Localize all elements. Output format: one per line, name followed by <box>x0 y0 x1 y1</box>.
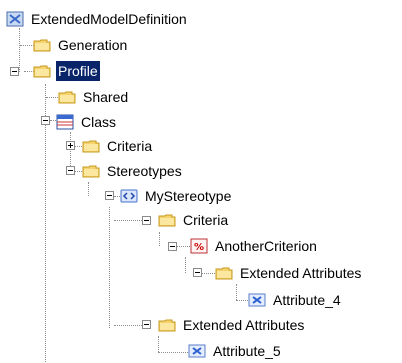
tree-connector <box>45 125 46 362</box>
folder-icon <box>82 163 100 179</box>
tree-node-attribute-5[interactable]: Attribute_5 <box>188 339 283 363</box>
anothercriterion-collapse-toggle[interactable] <box>168 242 177 251</box>
tree-connector <box>114 325 142 326</box>
tree-node-label: Attribute_4 <box>273 292 341 308</box>
tree-node-ext-attrs-2[interactable]: Extended Attributes <box>158 313 306 337</box>
folder-icon <box>158 317 176 333</box>
tree-connector <box>20 45 34 46</box>
inner-criteria-collapse-toggle[interactable] <box>142 216 151 225</box>
ext-attrs-1-collapse-toggle[interactable] <box>193 268 202 277</box>
tree-node-generation[interactable]: Generation <box>33 33 129 57</box>
tree-connector <box>19 28 20 72</box>
tree-node-label: Generation <box>58 37 128 53</box>
profile-collapse-toggle[interactable] <box>10 67 19 76</box>
folder-icon <box>58 89 76 105</box>
tree-connector <box>202 273 215 274</box>
tree-node-profile[interactable]: Profile <box>33 59 100 83</box>
tree-node-stereotypes[interactable]: Stereotypes <box>82 159 184 183</box>
tree-node-label: Criteria <box>107 138 153 154</box>
tree-connector <box>114 220 142 221</box>
tree-node-label: Attribute_5 <box>213 343 281 359</box>
tree-node-anothercriterion[interactable]: % AnotherCriterion <box>190 234 319 258</box>
tree-node-criteria[interactable]: Criteria <box>82 134 154 158</box>
tree-node-class[interactable]: Class <box>56 110 118 134</box>
tree-node-mystereotype[interactable]: MyStereotype <box>120 184 233 208</box>
tree-node-label: Stereotypes <box>107 163 182 179</box>
folder-icon <box>33 37 51 53</box>
tree-connector <box>75 146 82 147</box>
tree-node-label: MyStereotype <box>145 188 232 204</box>
stereotype-icon <box>120 188 138 204</box>
tree-connector <box>158 336 159 352</box>
tree-connector <box>176 246 190 247</box>
tree-connector <box>236 300 248 301</box>
class-icon <box>56 114 74 130</box>
tree-node-label: Shared <box>83 89 129 105</box>
tree-node-root[interactable]: ExtendedModelDefinition <box>6 7 189 31</box>
tree-node-inner-criteria[interactable]: Criteria <box>158 208 230 232</box>
folder-icon <box>215 265 233 281</box>
criterion-icon: % <box>190 238 208 254</box>
tree-node-label: Criteria <box>183 212 229 228</box>
stereotypes-collapse-toggle[interactable] <box>66 166 75 175</box>
attribute-icon <box>188 343 206 359</box>
tree-node-label: Extended Attributes <box>183 317 305 333</box>
tree-connector <box>70 132 71 170</box>
tree-node-label: ExtendedModelDefinition <box>31 11 187 27</box>
tree-connector <box>46 97 58 98</box>
folder-icon <box>82 138 100 154</box>
svg-text:%: % <box>194 242 204 253</box>
tree-connector <box>109 207 110 328</box>
class-collapse-toggle[interactable] <box>41 116 50 125</box>
tree-node-label: Profile <box>56 61 100 81</box>
tree-connector <box>159 232 160 246</box>
ext-attrs-2-collapse-toggle[interactable] <box>142 320 151 329</box>
criteria-expand-toggle[interactable] <box>66 141 75 150</box>
folder-icon <box>33 63 51 79</box>
tree-node-label: Class <box>81 114 117 130</box>
tree-connector <box>88 182 89 196</box>
attribute-icon <box>248 292 266 308</box>
tree-node-shared[interactable]: Shared <box>58 85 130 109</box>
mystereotype-collapse-toggle[interactable] <box>105 191 114 200</box>
tree-node-label: AnotherCriterion <box>215 238 317 254</box>
model-definition-icon <box>6 11 24 27</box>
tree-connector <box>185 257 186 273</box>
tree-node-label: Extended Attributes <box>240 265 362 281</box>
tree-connector <box>75 171 82 172</box>
tree-connector <box>45 84 46 120</box>
tree-node-attribute-4[interactable]: Attribute_4 <box>248 288 343 312</box>
tree-connector <box>158 352 188 353</box>
model-tree[interactable]: ExtendedModelDefinition Generation Profi… <box>0 0 402 362</box>
folder-icon <box>158 212 176 228</box>
tree-connector <box>236 284 237 300</box>
tree-node-ext-attrs-1[interactable]: Extended Attributes <box>215 261 363 285</box>
